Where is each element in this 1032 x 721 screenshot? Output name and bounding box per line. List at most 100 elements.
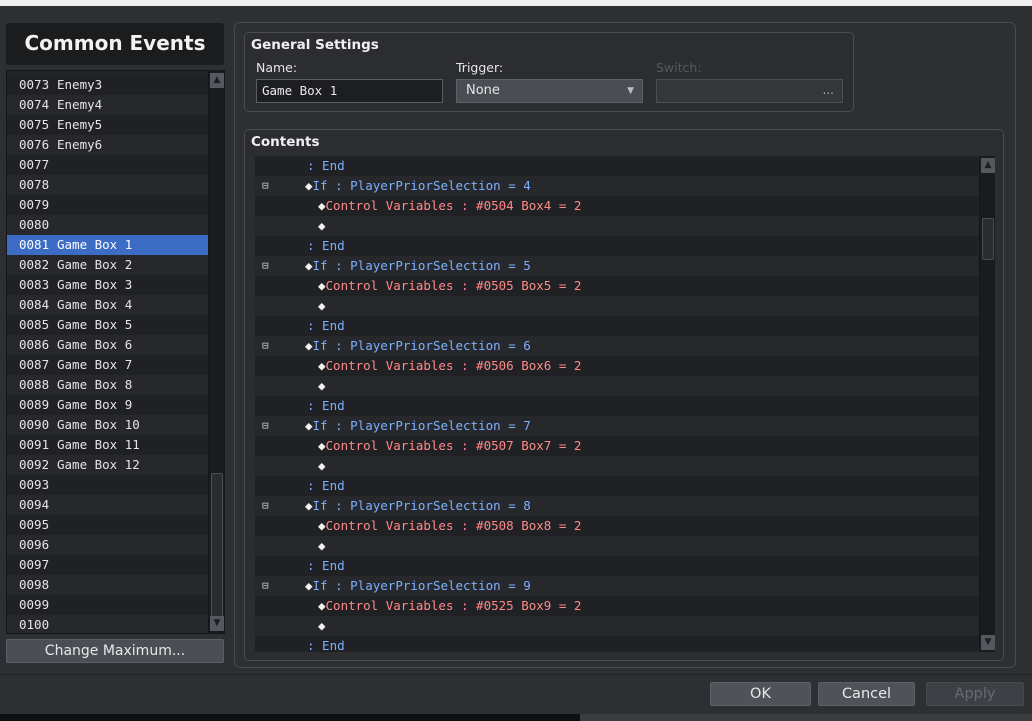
collapse-minus-icon[interactable]: ⊟ [262, 576, 269, 596]
command-row[interactable]: ⊟ ◆If : PlayerPriorSelection = 7 [255, 416, 978, 436]
diamond-icon: ◆ [318, 538, 326, 553]
diamond-icon: ◆ [318, 438, 326, 453]
list-item[interactable]: 0097 [7, 555, 209, 575]
list-item[interactable]: 0073 Enemy3 [7, 75, 209, 95]
list-item[interactable]: 0080 [7, 215, 209, 235]
scroll-thumb[interactable] [982, 218, 994, 260]
list-item[interactable]: 0078 [7, 175, 209, 195]
command-row[interactable]: : End [255, 396, 978, 416]
command-row[interactable]: ◆ [255, 216, 978, 236]
command-text: Control Variables : #0507 Box7 = 2 [325, 438, 582, 453]
command-row[interactable]: ◆ [255, 296, 978, 316]
list-item[interactable]: 0074 Enemy4 [7, 95, 209, 115]
command-row[interactable]: ◆ [255, 456, 978, 476]
command-text: Control Variables : #0505 Box5 = 2 [325, 278, 582, 293]
event-number: 0075 [19, 117, 50, 132]
command-row[interactable]: ◆Control Variables : #0507 Box7 = 2 [255, 436, 978, 456]
command-row[interactable]: : End [255, 316, 978, 336]
command-row[interactable]: ◆ [255, 536, 978, 556]
cancel-button[interactable]: Cancel [818, 682, 915, 706]
name-field[interactable]: Game Box 1 [256, 79, 443, 103]
list-item[interactable]: 0085 Game Box 5 [7, 315, 209, 335]
contents-title: Contents [251, 134, 320, 150]
scroll-up-icon[interactable]: ▲ [981, 158, 995, 173]
command-row[interactable]: : End [255, 236, 978, 256]
change-maximum-button[interactable]: Change Maximum... [6, 639, 224, 663]
command-row[interactable]: ◆Control Variables : #0504 Box4 = 2 [255, 196, 978, 216]
list-item[interactable]: 0095 [7, 515, 209, 535]
event-name: Game Box 9 [57, 397, 133, 412]
command-row[interactable]: ◆Control Variables : #0508 Box8 = 2 [255, 516, 978, 536]
command-row[interactable]: ⊟ ◆If : PlayerPriorSelection = 5 [255, 256, 978, 276]
list-item-selected[interactable]: 0081 Game Box 1 [7, 235, 209, 255]
list-item[interactable]: 0089 Game Box 9 [7, 395, 209, 415]
common-events-list[interactable]: 0100 0099 0098 0097 0096 0095 0094 0093 0092 Game… [6, 70, 225, 634]
command-text: If : PlayerPriorSelection = 7 [312, 418, 531, 433]
event-command-list[interactable]: : End ◆ ◆Control Variables : #0525 Box9 = … [255, 156, 995, 652]
collapse-minus-icon[interactable]: ⊟ [262, 496, 269, 516]
trigger-select[interactable]: None ▼ [456, 79, 643, 103]
diamond-icon: ◆ [318, 458, 326, 473]
command-row[interactable]: : End [255, 476, 978, 496]
command-row[interactable]: ◆Control Variables : #0506 Box6 = 2 [255, 356, 978, 376]
collapse-minus-icon[interactable]: ⊟ [262, 176, 269, 196]
list-item[interactable]: 0099 [7, 595, 209, 615]
list-item[interactable]: 0077 [7, 155, 209, 175]
scroll-thumb[interactable] [211, 473, 223, 618]
scroll-up-icon[interactable]: ▲ [210, 73, 224, 88]
taskbar-strip-right [580, 714, 1032, 721]
event-name: Game Box 2 [57, 257, 133, 272]
switch-field: ... [656, 79, 843, 103]
list-item[interactable]: 0091 Game Box 11 [7, 435, 209, 455]
event-name: Enemy6 [57, 137, 103, 152]
command-row[interactable]: ⊟ ◆If : PlayerPriorSelection = 8 [255, 496, 978, 516]
apply-button[interactable]: Apply [926, 682, 1024, 706]
ok-button[interactable]: OK [710, 682, 811, 706]
command-row[interactable]: ◆Control Variables : #0525 Box9 = 2 [255, 596, 978, 616]
list-item[interactable]: 0094 [7, 495, 209, 515]
collapse-minus-icon[interactable]: ⊟ [262, 336, 269, 356]
list-item[interactable]: 0098 [7, 575, 209, 595]
event-number: 0099 [19, 597, 50, 612]
command-row[interactable]: ⊟ ◆If : PlayerPriorSelection = 9 [255, 576, 978, 596]
scroll-down-icon[interactable]: ▼ [210, 616, 224, 631]
command-row[interactable]: : End [255, 556, 978, 576]
event-number: 0083 [19, 277, 50, 292]
scroll-down-icon[interactable]: ▼ [981, 635, 995, 650]
command-row[interactable]: ⊟ ◆If : PlayerPriorSelection = 4 [255, 176, 978, 196]
list-item[interactable]: 0096 [7, 535, 209, 555]
taskbar-strip [0, 714, 580, 721]
collapse-minus-icon[interactable]: ⊟ [262, 416, 269, 436]
command-row[interactable]: ◆ [255, 376, 978, 396]
list-item[interactable]: 0093 [7, 475, 209, 495]
command-row[interactable]: ◆ [255, 616, 978, 636]
common-events-scrollbar[interactable]: ▲ ▼ [208, 71, 224, 633]
event-number: 0091 [19, 437, 50, 452]
event-name: Game Box 5 [57, 317, 133, 332]
list-item[interactable]: 0092 Game Box 12 [7, 455, 209, 475]
list-item[interactable]: 0100 [7, 615, 209, 633]
contents-scrollbar[interactable]: ▲ ▼ [979, 156, 995, 652]
list-item[interactable]: 0079 [7, 195, 209, 215]
list-item[interactable]: 0084 Game Box 4 [7, 295, 209, 315]
command-text: If : PlayerPriorSelection = 4 [312, 178, 531, 193]
command-row[interactable]: : End [255, 636, 978, 652]
command-row[interactable]: ⊟ ◆If : PlayerPriorSelection = 6 [255, 336, 978, 356]
command-row[interactable]: : End [255, 156, 978, 176]
list-item[interactable]: 0075 Enemy5 [7, 115, 209, 135]
collapse-minus-icon[interactable]: ⊟ [262, 256, 269, 276]
list-item[interactable]: 0076 Enemy6 [7, 135, 209, 155]
list-item[interactable]: 0083 Game Box 3 [7, 275, 209, 295]
list-item[interactable]: 0086 Game Box 6 [7, 335, 209, 355]
list-item[interactable]: 0082 Game Box 2 [7, 255, 209, 275]
list-item[interactable]: 0088 Game Box 8 [7, 375, 209, 395]
event-name: Game Box 3 [57, 277, 133, 292]
event-number: 0093 [19, 477, 50, 492]
event-number: 0090 [19, 417, 50, 432]
diamond-icon: ◆ [318, 198, 326, 213]
event-name: Game Box 6 [57, 337, 133, 352]
list-item[interactable]: 0090 Game Box 10 [7, 415, 209, 435]
list-item[interactable]: 0087 Game Box 7 [7, 355, 209, 375]
command-row[interactable]: ◆Control Variables : #0505 Box5 = 2 [255, 276, 978, 296]
diamond-icon: ◆ [305, 418, 313, 433]
